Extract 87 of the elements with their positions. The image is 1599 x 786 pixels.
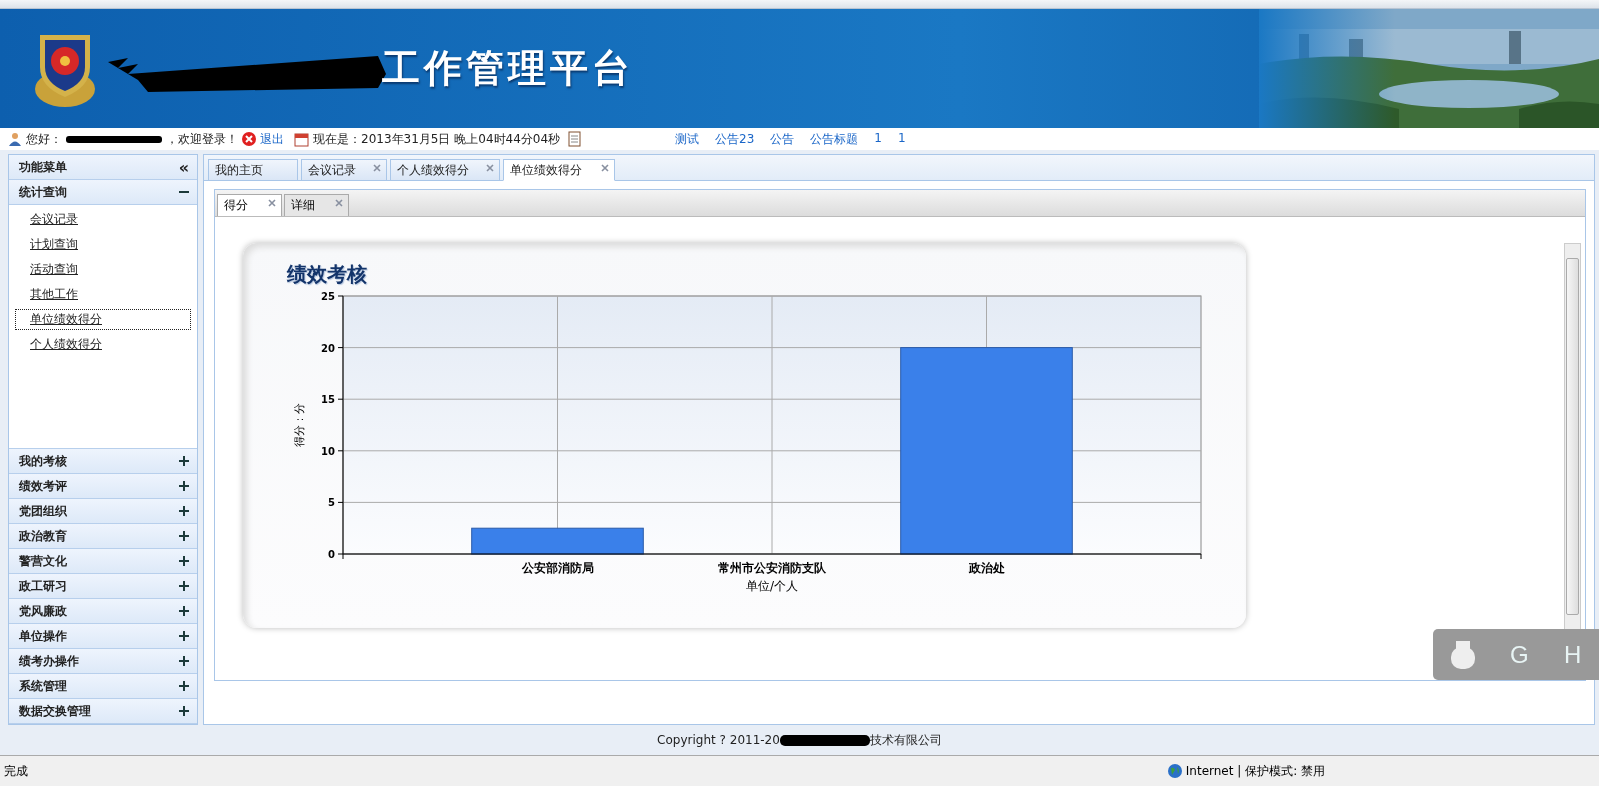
security-zone-text: Internet | 保护模式: 禁用 [1185, 762, 1325, 780]
menu-item[interactable]: 活动查询 [15, 259, 191, 280]
y-tick-label: 5 [328, 497, 335, 509]
close-icon[interactable] [335, 199, 343, 207]
announcement-link[interactable]: 公告 [770, 130, 795, 148]
x-axis-title: 单位/个人 [746, 579, 798, 593]
calendar-icon [294, 131, 309, 147]
menu-item[interactable]: 单位绩效得分 [15, 309, 191, 330]
menu-group[interactable]: 政工研习 [9, 574, 197, 599]
menu-group[interactable]: 我的考核 [9, 449, 197, 474]
menu-group-label: 单位操作 [19, 627, 67, 645]
content-tab[interactable]: 得分 [217, 194, 282, 216]
y-tick-label: 25 [321, 291, 335, 302]
menu-item[interactable]: 个人绩效得分 [15, 334, 191, 355]
status-text: 完成 [4, 762, 28, 780]
menu-item[interactable]: 其他工作 [15, 284, 191, 305]
platform-title: 工作管理平台 [382, 45, 634, 92]
welcome-text: ，欢迎登录！ [166, 130, 238, 148]
y-tick-label: 0 [328, 549, 335, 560]
menu-group[interactable]: 绩效考评 [9, 474, 197, 499]
announcement-link[interactable]: 1 [898, 130, 906, 148]
plus-icon[interactable] [179, 606, 189, 616]
announcement-link[interactable]: 公告23 [715, 130, 755, 148]
y-tick-label: 15 [321, 394, 335, 406]
scrollbar[interactable] [1564, 243, 1581, 630]
announcement-link[interactable]: 1 [874, 130, 882, 148]
collapse-button[interactable]: « [178, 157, 189, 177]
copyright-text: Copyright ? 2011-20 [657, 733, 780, 747]
menu-group-label: 我的考核 [19, 452, 67, 470]
notepad-icon [568, 131, 582, 147]
page-tab[interactable]: 单位绩效得分 [503, 159, 615, 181]
plus-icon[interactable] [179, 706, 189, 716]
menu-group[interactable]: 警营文化 [9, 549, 197, 574]
menu-group[interactable]: 统计查询 [9, 180, 197, 205]
menu-item[interactable]: 会议记录 [15, 209, 191, 230]
plus-icon[interactable] [179, 456, 189, 466]
category-label: 政治处 [968, 561, 1005, 575]
page-tab[interactable]: 个人绩效得分 [390, 159, 500, 181]
datetime-text: 现在是：2013年31月5日 晚上04时44分04秒 [313, 130, 561, 148]
close-icon[interactable] [601, 164, 609, 172]
close-icon[interactable] [373, 164, 381, 172]
y-tick-label: 10 [321, 445, 335, 457]
menu-group[interactable]: 党风廉政 [9, 599, 197, 624]
plus-icon[interactable] [179, 656, 189, 666]
menu-group-label: 政工研习 [19, 577, 67, 595]
menu-item[interactable]: 计划查询 [15, 234, 191, 255]
menu-group[interactable]: 数据交换管理 [9, 699, 197, 724]
menu-group[interactable]: 党团组织 [9, 499, 197, 524]
plus-icon[interactable] [179, 631, 189, 641]
plus-icon[interactable] [179, 481, 189, 491]
category-label: 公安部消防局 [521, 561, 594, 575]
plus-icon[interactable] [179, 556, 189, 566]
menu-group-label: 政治教育 [19, 527, 67, 545]
plus-icon[interactable] [179, 506, 189, 516]
menu-group-label: 警营文化 [19, 552, 67, 570]
menu-group[interactable]: 绩考办操作 [9, 649, 197, 674]
close-icon[interactable] [486, 164, 494, 172]
menu-group-label: 数据交换管理 [19, 702, 91, 720]
close-icon[interactable] [268, 199, 276, 207]
page-tab[interactable]: 会议记录 [301, 159, 387, 181]
menu-group[interactable]: 单位操作 [9, 624, 197, 649]
globe-icon [1167, 764, 1182, 778]
menu-group-label: 党团组织 [19, 502, 67, 520]
menu-group-label: 统计查询 [19, 183, 67, 201]
company-text: 技术有限公司 [869, 731, 942, 749]
content-tab[interactable]: 详细 [284, 194, 349, 216]
menu-title: 功能菜单 [19, 158, 67, 176]
menu-group[interactable]: 系统管理 [9, 674, 197, 699]
menu-group-label: 绩效考评 [19, 477, 67, 495]
greeting-text: 您好： [26, 130, 62, 148]
plus-icon[interactable] [179, 681, 189, 691]
menu-group[interactable]: 政治教育 [9, 524, 197, 549]
logout-link[interactable]: 退出 [260, 130, 284, 148]
plus-icon[interactable] [179, 531, 189, 541]
announcement-link[interactable]: 公告标题 [810, 130, 859, 148]
category-label: 常州市公安消防支队 [718, 561, 826, 575]
chart-title: 绩效考核 [287, 261, 367, 288]
close-icon[interactable] [242, 132, 256, 146]
user-icon [8, 132, 22, 146]
plus-icon[interactable] [179, 581, 189, 591]
menu-group-label: 党风廉政 [19, 602, 67, 620]
page-tab[interactable]: 我的主页 [208, 159, 298, 181]
announcement-link[interactable]: 测试 [675, 130, 700, 148]
menu-group-label: 系统管理 [19, 677, 67, 695]
y-axis-title: 得分：分 [293, 403, 306, 447]
menu-group-label: 绩考办操作 [19, 652, 79, 670]
y-tick-label: 20 [321, 342, 335, 354]
